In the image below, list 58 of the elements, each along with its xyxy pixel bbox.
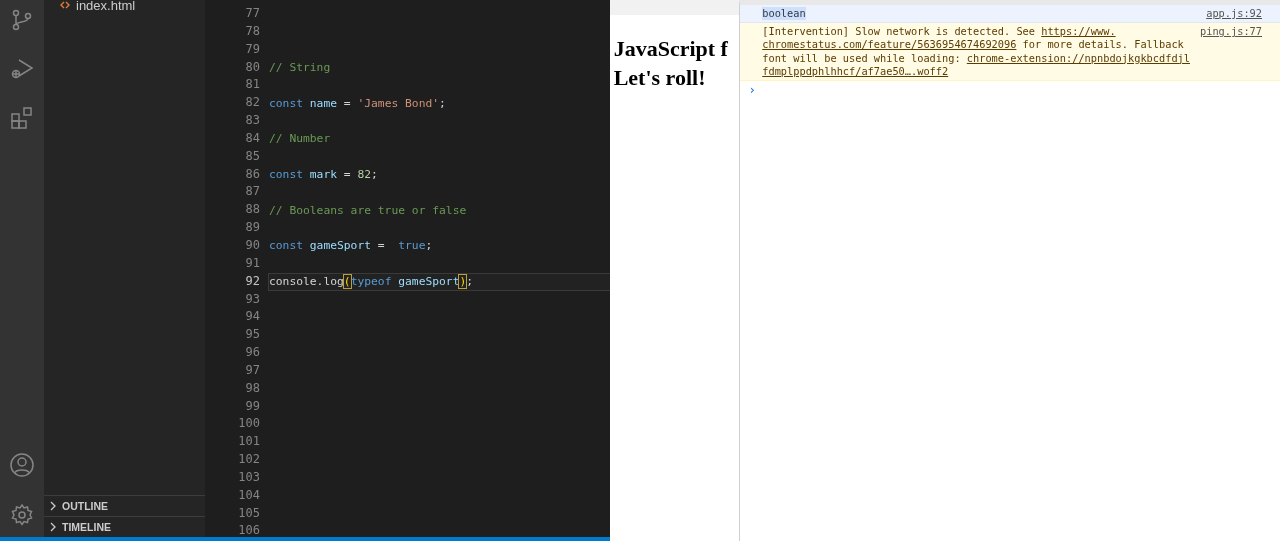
page-heading: JavaScript f Let's roll! xyxy=(613,35,729,92)
html-file-icon xyxy=(60,1,70,9)
code-line: const name = 'James Bond'; xyxy=(269,96,446,110)
account-icon[interactable] xyxy=(9,452,35,478)
console-output: boolean xyxy=(762,7,806,21)
extensions-icon[interactable] xyxy=(10,106,34,130)
line-number: 97 xyxy=(244,361,260,379)
warning-message: [Intervention] Slow network is detected. See https://www. chromestatus.com/feature/5636954674692096 for more details. Fallback font will be used while loading: chrome-extension://npnbdojkgkbcdfdjl fdmplppdphlhhcf/af7ae50….woff2 xyxy=(762,25,1190,78)
sidebar-section-header[interactable]: OUTLINE xyxy=(44,495,205,516)
file-name[interactable]: index.html xyxy=(76,0,136,13)
line-number: 88 xyxy=(244,201,260,219)
line-number: 82 xyxy=(244,94,260,112)
line-number: 77 xyxy=(244,5,260,22)
line-number: 81 xyxy=(244,76,260,94)
source-control-icon[interactable] xyxy=(10,8,34,32)
line-number: 80 xyxy=(244,58,260,76)
line-number: 95 xyxy=(244,326,260,344)
source-link[interactable]: ping.js:77 xyxy=(1200,25,1262,39)
url-link[interactable]: fdmplppdphlhhcf/af7ae50….woff2 xyxy=(762,64,949,77)
settings-icon[interactable] xyxy=(10,503,34,527)
line-number: 90 xyxy=(244,236,260,254)
line-number: 84 xyxy=(244,129,260,147)
code-line: const gameSport = true; xyxy=(269,239,433,253)
code-line: // Number xyxy=(269,132,331,146)
chevron-icon xyxy=(48,522,58,532)
line-number: 104 xyxy=(237,486,260,504)
sidebar-section-header[interactable]: TIMELINE xyxy=(44,516,205,537)
line-number: 106 xyxy=(237,522,260,540)
line-number: 100 xyxy=(237,415,260,433)
line-number: 91 xyxy=(244,254,260,272)
code-line: console.log(typeof gameSport); xyxy=(269,275,474,289)
line-number: 86 xyxy=(244,165,260,183)
console-prompt[interactable]: › xyxy=(740,81,1280,97)
code-line: // Booleans are true or false xyxy=(269,203,467,217)
line-number: 89 xyxy=(244,219,260,237)
line-number: 78 xyxy=(244,22,260,40)
line-number: 105 xyxy=(237,504,260,522)
source-link[interactable]: app.js:92 xyxy=(1206,7,1262,21)
run-debug-icon[interactable] xyxy=(10,57,34,81)
line-number: 99 xyxy=(244,397,260,415)
url-link[interactable]: chromestatus.com/feature/5636954674692096 xyxy=(762,38,1017,51)
code-line: // String xyxy=(269,60,331,74)
line-number: 87 xyxy=(244,183,260,201)
url-link[interactable]: chrome-extension://npnbdojkgkbcdfdjl xyxy=(966,51,1190,64)
line-number: 98 xyxy=(244,379,260,397)
line-number: 96 xyxy=(244,344,260,362)
line-number: 93 xyxy=(244,290,260,308)
line-number: 101 xyxy=(237,433,260,451)
chevron-icon xyxy=(48,501,58,511)
line-number: 85 xyxy=(244,147,260,165)
line-number: 103 xyxy=(237,468,260,486)
line-number: 79 xyxy=(244,40,260,58)
line-number: 102 xyxy=(237,451,260,469)
line-number: 83 xyxy=(244,112,260,130)
code-line: const mark = 82; xyxy=(269,168,378,181)
line-number: 92 xyxy=(244,272,260,290)
url-link[interactable]: https://www. xyxy=(1041,25,1116,38)
line-number: 94 xyxy=(244,308,260,326)
